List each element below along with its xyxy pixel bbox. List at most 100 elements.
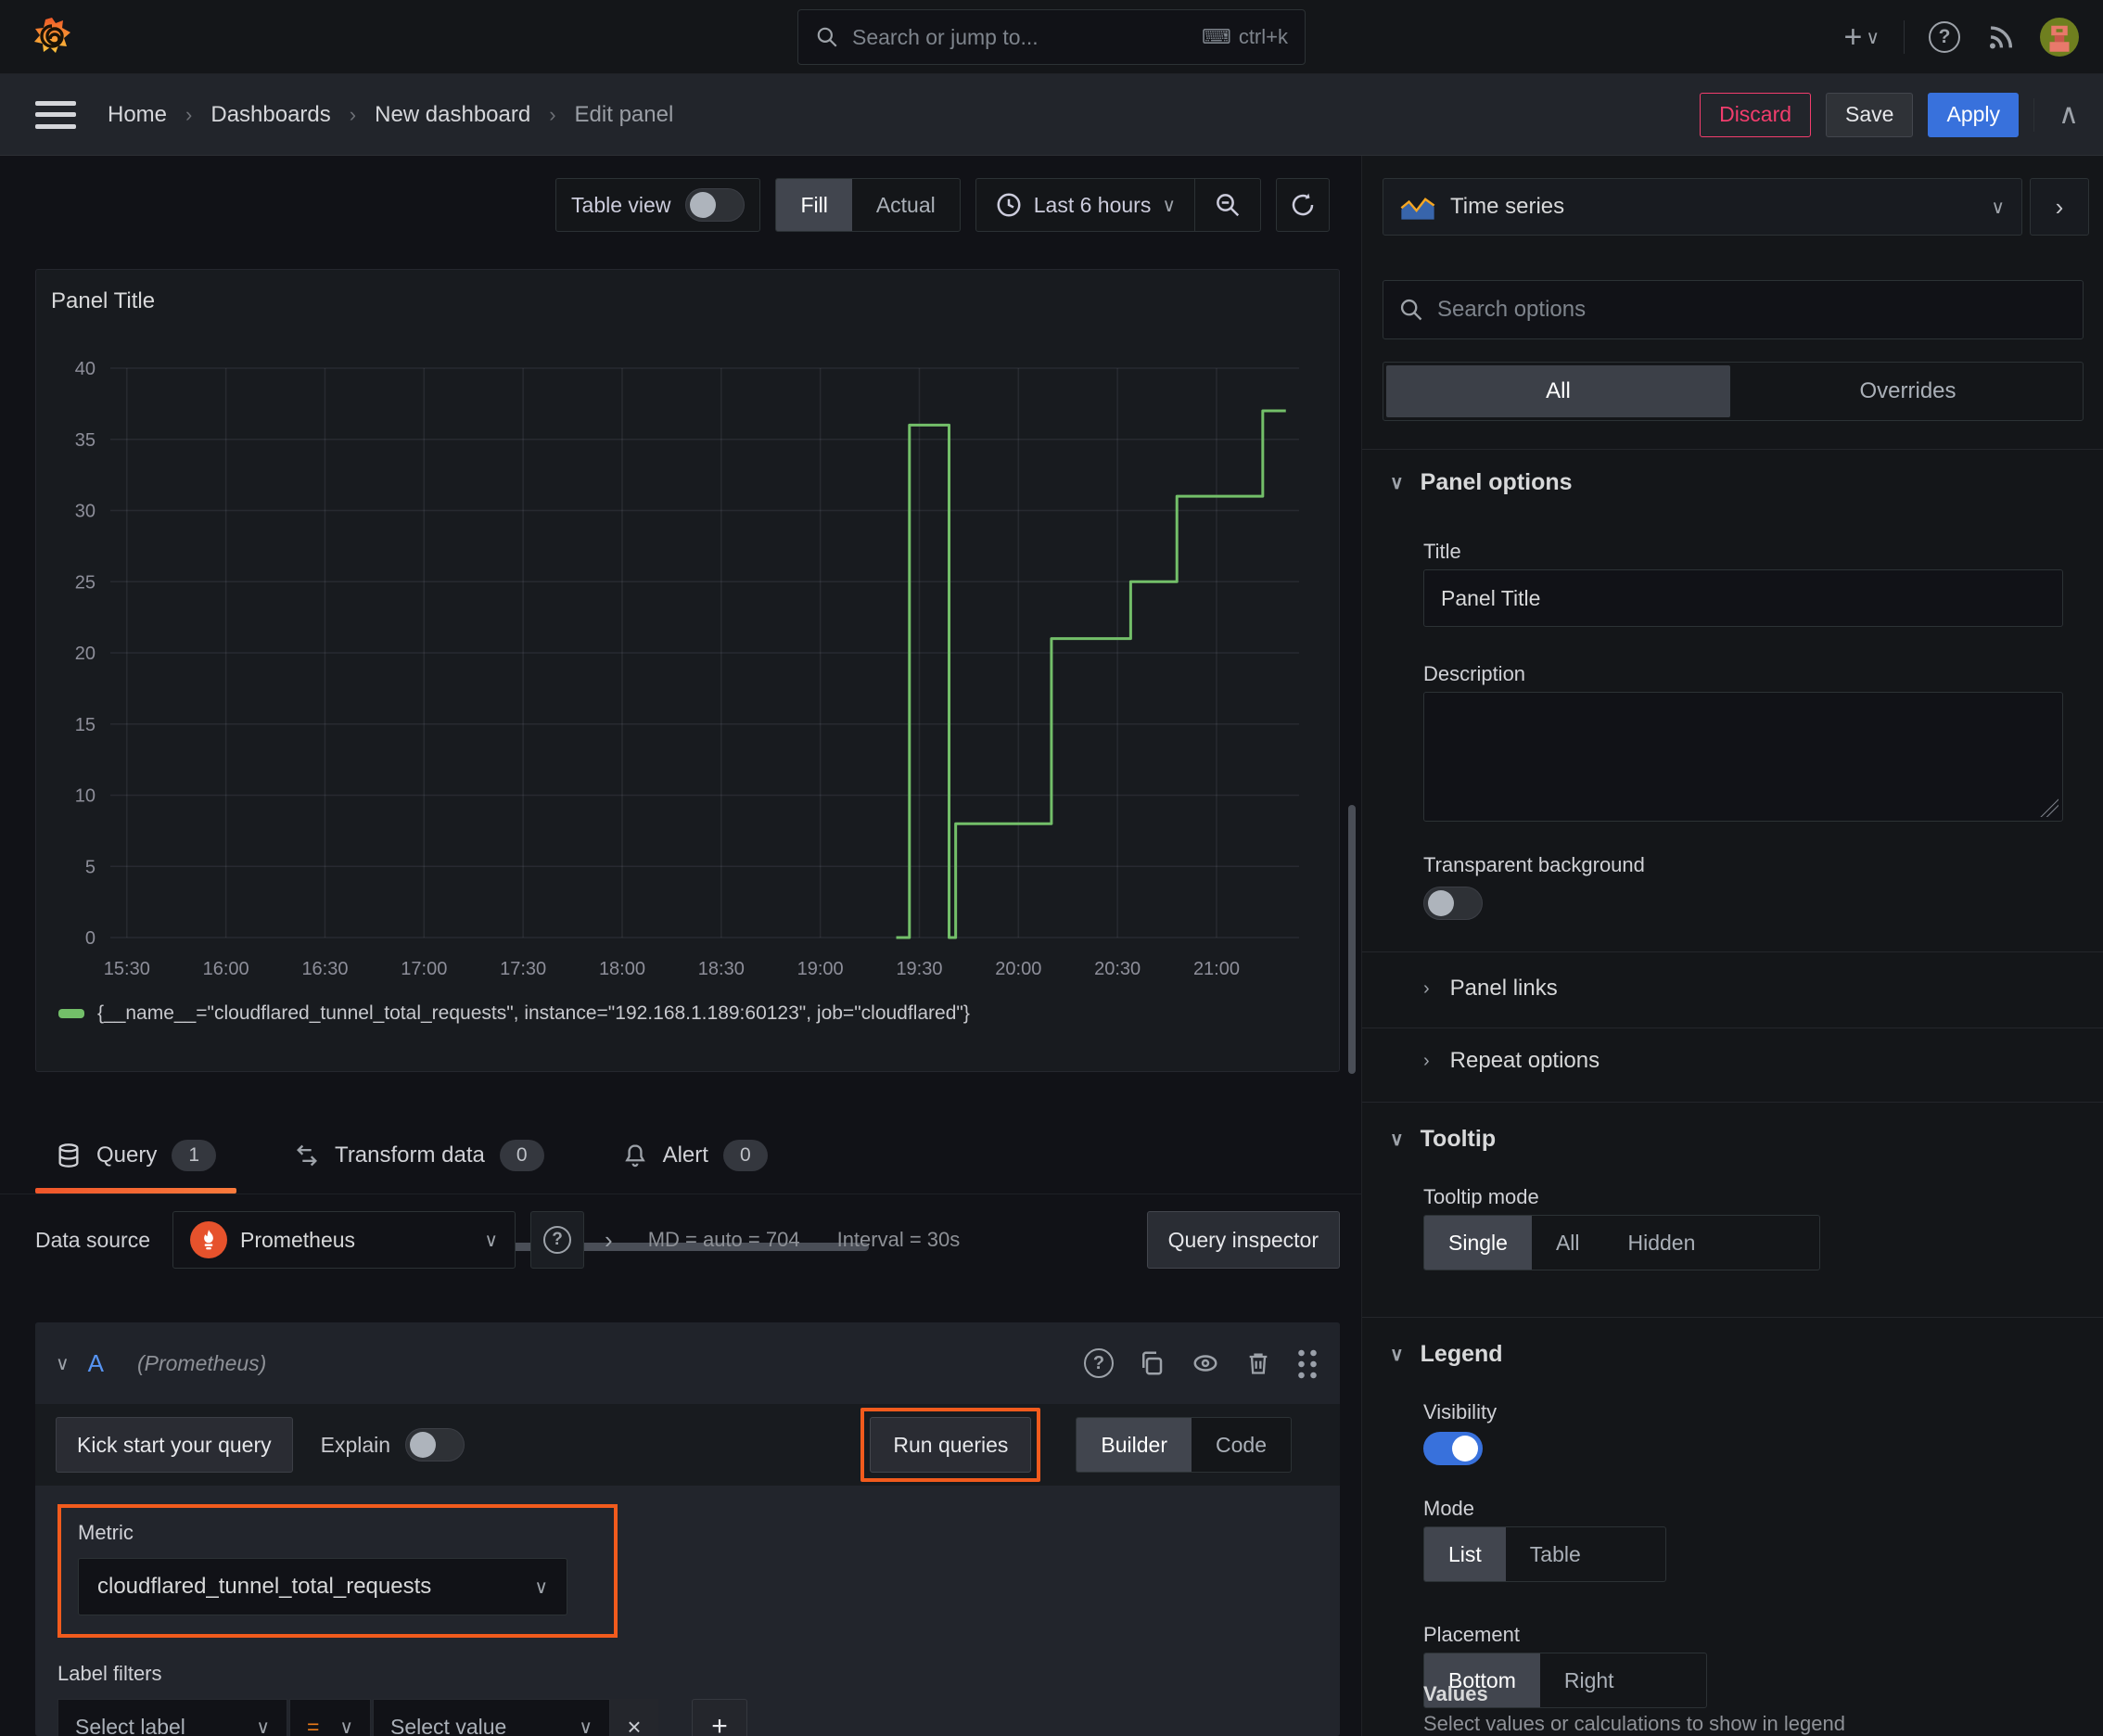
time-range-picker[interactable]: Last 6 hours ∨ — [976, 179, 1194, 231]
breadcrumb-home[interactable]: Home — [108, 102, 167, 128]
tab-all[interactable]: All — [1386, 365, 1730, 417]
repeat-options-section[interactable]: › Repeat options — [1423, 1048, 1600, 1074]
transform-count-badge: 0 — [499, 1139, 544, 1171]
placement-right-option[interactable]: Right — [1540, 1653, 1638, 1707]
legend-series-swatch[interactable] — [58, 1009, 84, 1018]
datasource-picker[interactable]: Prometheus ∨ — [172, 1211, 516, 1269]
table-view-toggle[interactable] — [685, 188, 746, 222]
duplicate-query-icon[interactable] — [1138, 1349, 1166, 1377]
news-rss-button[interactable] — [1984, 21, 2016, 53]
visibility-label: Visibility — [1423, 1400, 1498, 1423]
zoom-out-button[interactable] — [1195, 179, 1260, 231]
collapse-header-button[interactable]: ∧ — [2058, 98, 2079, 131]
delete-query-icon[interactable] — [1245, 1349, 1271, 1377]
query-actions-row: Kick start your query Explain Run querie… — [35, 1404, 1340, 1486]
chevron-down-icon[interactable]: ∨ — [56, 1352, 70, 1375]
add-menu-button[interactable]: + ∨ — [1844, 19, 1880, 56]
tooltip-hidden-option[interactable]: Hidden — [1604, 1216, 1720, 1270]
legend-series-label[interactable]: {__name__="cloudflared_tunnel_total_requ… — [97, 1002, 970, 1025]
operator-dropdown[interactable]: = ∨ — [289, 1699, 371, 1736]
panel-options-section-header[interactable]: ∨ Panel options — [1390, 469, 1573, 496]
chevron-down-icon: ∨ — [484, 1230, 499, 1251]
panel-title-input[interactable] — [1423, 569, 2063, 627]
time-series-chart[interactable]: 0 5 10 15 20 25 30 35 40 15:30 16:00 16:30 17:00 17:3… — [45, 344, 1334, 993]
datasource-row: Data source Prometheus ∨ ? › MD = auto =… — [35, 1211, 1340, 1269]
query-help-icon[interactable]: ? — [1084, 1348, 1114, 1378]
toggle-visibility-icon[interactable] — [1190, 1349, 1221, 1377]
transparent-background-label: Transparent background — [1423, 853, 1645, 876]
resize-handle[interactable] — [2040, 798, 2058, 817]
query-inspector-button[interactable]: Query inspector — [1146, 1211, 1340, 1269]
divider — [1904, 20, 1905, 54]
transparent-background-toggle[interactable] — [1423, 887, 1483, 920]
legend-mode-label: Mode — [1423, 1497, 1475, 1520]
select-label-dropdown[interactable]: Select label ∨ — [57, 1699, 287, 1736]
grafana-logo[interactable] — [32, 17, 72, 57]
description-textarea[interactable] — [1423, 692, 2063, 822]
label-filters-row: Select label ∨ = ∨ Select value ∨ × + — [57, 1699, 1318, 1736]
breadcrumb-dashboards[interactable]: Dashboards — [210, 102, 330, 128]
select-value-dropdown[interactable]: Select value ∨ — [373, 1699, 610, 1736]
options-search[interactable] — [1383, 280, 2084, 339]
user-avatar[interactable] — [2040, 18, 2079, 57]
drag-handle[interactable] — [1295, 1347, 1319, 1379]
table-view-control: Table view — [555, 178, 761, 232]
query-a-header[interactable]: ∨ A (Prometheus) ? — [35, 1322, 1340, 1404]
fill-actual-switch: Fill Actual — [775, 178, 961, 232]
metric-label: Metric — [78, 1521, 134, 1544]
tab-query[interactable]: Query 1 — [35, 1117, 237, 1194]
chevron-right-icon: › — [185, 102, 193, 126]
explain-toggle[interactable] — [405, 1428, 465, 1462]
panel-links-section[interactable]: › Panel links — [1423, 976, 1558, 1002]
discard-button[interactable]: Discard — [1700, 92, 1812, 137]
kick-start-query-button[interactable]: Kick start your query — [56, 1417, 293, 1473]
legend-section-header[interactable]: ∨ Legend — [1390, 1341, 1503, 1368]
tab-overrides[interactable]: Overrides — [1736, 365, 2080, 417]
tooltip-section-header[interactable]: ∨ Tooltip — [1390, 1126, 1496, 1153]
apply-button[interactable]: Apply — [1928, 92, 2020, 137]
datasource-label: Data source — [35, 1227, 151, 1252]
vertical-scrollbar[interactable] — [1348, 805, 1356, 1074]
breadcrumb-new-dashboard[interactable]: New dashboard — [375, 102, 530, 128]
svg-text:19:00: 19:00 — [797, 959, 844, 979]
tooltip-all-option[interactable]: All — [1532, 1216, 1604, 1270]
svg-text:18:30: 18:30 — [698, 959, 745, 979]
database-icon — [58, 1142, 79, 1168]
legend-list-option[interactable]: List — [1424, 1527, 1506, 1581]
legend-table-option[interactable]: Table — [1506, 1527, 1605, 1581]
tab-alert[interactable]: Alert 0 — [602, 1117, 788, 1194]
code-option[interactable]: Code — [1192, 1418, 1291, 1472]
run-queries-button[interactable]: Run queries — [870, 1417, 1032, 1473]
save-button[interactable]: Save — [1826, 92, 1914, 137]
svg-text:17:00: 17:00 — [401, 959, 447, 979]
global-search-input[interactable] — [852, 24, 1190, 50]
chart-legend[interactable]: {__name__="cloudflared_tunnel_total_requ… — [58, 1002, 970, 1025]
options-search-input[interactable] — [1437, 297, 2068, 323]
tab-transform-data[interactable]: Transform data 0 — [274, 1117, 565, 1194]
menu-toggle-button[interactable] — [35, 100, 76, 129]
expand-options-icon[interactable]: › — [599, 1226, 618, 1255]
actual-option[interactable]: Actual — [852, 179, 960, 231]
refresh-button[interactable] — [1276, 178, 1330, 232]
panel-preview[interactable]: Panel Title 0 5 10 15 20 25 30 35 40 15:30 16:00 16… — [35, 269, 1340, 1072]
global-search[interactable]: ⌨ ctrl+k — [797, 9, 1306, 65]
remove-filter-button[interactable]: × — [610, 1699, 658, 1736]
visualization-picker[interactable]: Time series ∨ — [1383, 178, 2022, 236]
metric-select[interactable]: cloudflared_tunnel_total_requests ∨ — [78, 1558, 567, 1615]
fill-option[interactable]: Fill — [776, 179, 852, 231]
time-series-viz-icon — [1400, 198, 1435, 220]
datasource-help-button[interactable]: ? — [530, 1211, 585, 1269]
stat-max-data-points: MD = auto = 704 — [647, 1228, 800, 1251]
svg-text:20:00: 20:00 — [995, 959, 1041, 979]
builder-option[interactable]: Builder — [1077, 1418, 1192, 1472]
refresh-icon — [1292, 193, 1314, 216]
tooltip-single-option[interactable]: Single — [1424, 1216, 1532, 1270]
open-viz-list-button[interactable]: › — [2030, 178, 2089, 236]
panel-title: Panel Title — [51, 288, 156, 313]
add-filter-button[interactable]: + — [692, 1699, 747, 1736]
help-button[interactable]: ? — [1929, 21, 1960, 53]
edit-panel-main: Table view Fill Actual Last 6 hours ∨ Pa… — [0, 156, 1361, 1736]
legend-visibility-toggle[interactable] — [1423, 1432, 1483, 1465]
svg-text:35: 35 — [75, 430, 96, 451]
top-nav-bar: ⌨ ctrl+k + ∨ ? — [0, 0, 2103, 74]
